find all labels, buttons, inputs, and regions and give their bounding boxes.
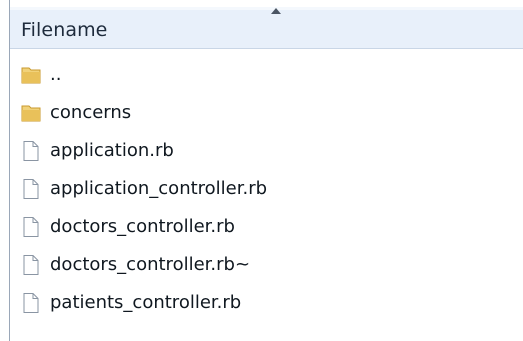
header-highlight [10,7,523,10]
sort-ascending-icon [271,8,281,14]
folder-icon [20,102,42,124]
file-icon [20,292,42,314]
file-browser: Filename .. concerns application.rb appl… [0,0,523,341]
file-icon [20,178,42,200]
list-item-folder[interactable]: concerns [20,94,500,132]
list-item-file[interactable]: doctors_controller.rb~ [20,246,500,284]
column-header-filename[interactable]: Filename [10,7,523,49]
file-icon [20,254,42,276]
left-divider [9,0,10,341]
list-item-parent-folder[interactable]: .. [20,56,500,94]
column-header-label: Filename [21,19,108,41]
list-item-file[interactable]: application_controller.rb [20,170,500,208]
list-item-label: doctors_controller.rb~ [50,254,251,275]
list-item-label: doctors_controller.rb [50,216,235,237]
file-list: .. concerns application.rb application_c… [20,56,500,322]
file-icon [20,140,42,162]
list-item-label: .. [50,64,62,85]
list-item-file[interactable]: doctors_controller.rb [20,208,500,246]
file-icon [20,216,42,238]
folder-icon [20,64,42,86]
list-item-label: application_controller.rb [50,178,268,199]
list-item-label: concerns [50,102,132,123]
list-item-label: patients_controller.rb [50,292,242,313]
list-item-label: application.rb [50,140,174,161]
list-item-file[interactable]: patients_controller.rb [20,284,500,322]
list-item-file[interactable]: application.rb [20,132,500,170]
